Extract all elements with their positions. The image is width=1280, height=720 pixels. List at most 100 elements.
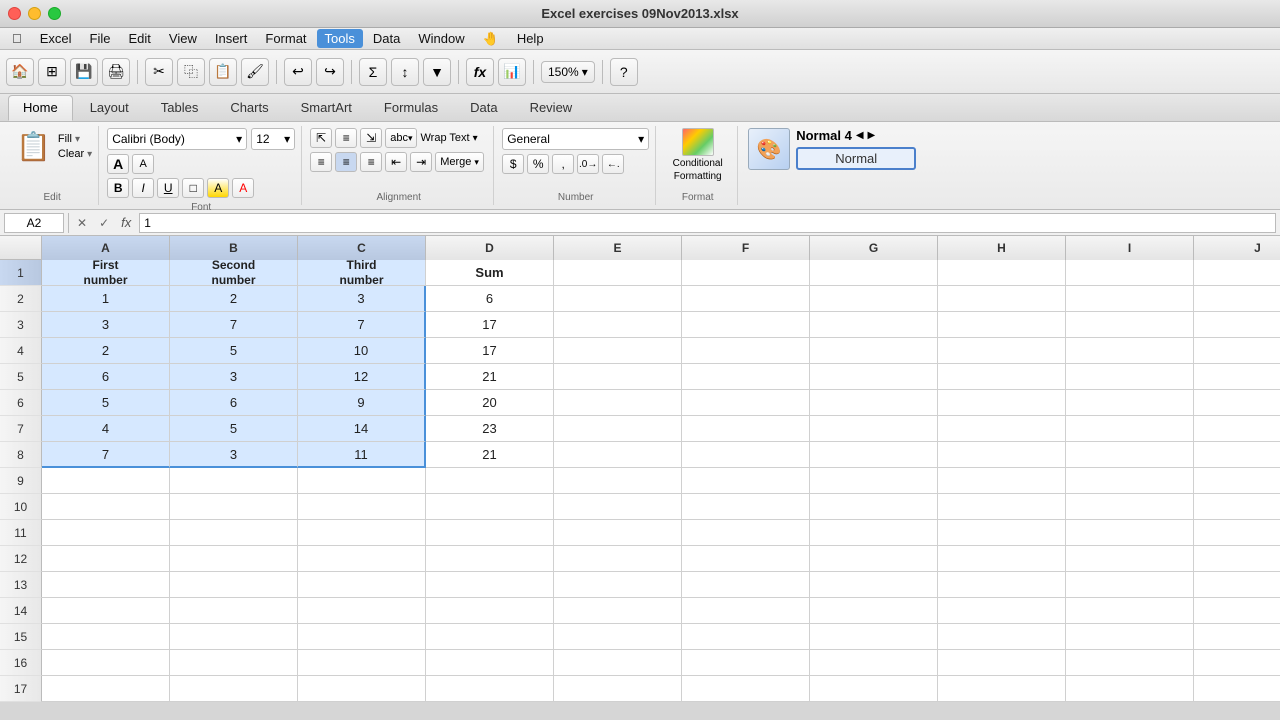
row-num-3[interactable]: 3 (0, 312, 42, 338)
cell-C16[interactable] (298, 650, 426, 676)
cell-D10[interactable] (426, 494, 554, 520)
cell-B15[interactable] (170, 624, 298, 650)
cell-G1[interactable] (810, 260, 938, 286)
cell-F9[interactable] (682, 468, 810, 494)
save-button[interactable]: 💾 (70, 58, 98, 86)
cell-J3[interactable] (1194, 312, 1280, 338)
cell-D7[interactable]: 23 (426, 416, 554, 442)
tab-tables[interactable]: Tables (146, 95, 214, 121)
cell-H16[interactable] (938, 650, 1066, 676)
cell-B17[interactable] (170, 676, 298, 702)
cell-B8[interactable]: 3 (170, 442, 298, 468)
menu-excel[interactable]: Excel (32, 29, 80, 48)
cell-A7[interactable]: 4 (42, 416, 170, 442)
cell-F1[interactable] (682, 260, 810, 286)
cell-G13[interactable] (810, 572, 938, 598)
increase-font-button[interactable]: A (107, 154, 129, 174)
cell-I17[interactable] (1066, 676, 1194, 702)
cell-C13[interactable] (298, 572, 426, 598)
row-num-11[interactable]: 11 (0, 520, 42, 546)
cell-F7[interactable] (682, 416, 810, 442)
cell-D14[interactable] (426, 598, 554, 624)
cell-H14[interactable] (938, 598, 1066, 624)
tab-data[interactable]: Data (455, 95, 512, 121)
tab-charts[interactable]: Charts (215, 95, 283, 121)
cell-D6[interactable]: 20 (426, 390, 554, 416)
align-right-button[interactable]: ≡ (360, 152, 382, 172)
cell-I14[interactable] (1066, 598, 1194, 624)
cell-A4[interactable]: 2 (42, 338, 170, 364)
cell-C14[interactable] (298, 598, 426, 624)
redo-button[interactable]: ↪ (316, 58, 344, 86)
menu-format[interactable]: Format (257, 29, 314, 48)
cell-D13[interactable] (426, 572, 554, 598)
cell-H11[interactable] (938, 520, 1066, 546)
cell-J11[interactable] (1194, 520, 1280, 546)
cell-J13[interactable] (1194, 572, 1280, 598)
cell-F10[interactable] (682, 494, 810, 520)
cell-G7[interactable] (810, 416, 938, 442)
number-format-dropdown[interactable]: ▾ (638, 132, 644, 146)
border-button[interactable]: □ (182, 178, 204, 198)
cell-C8[interactable]: 11 (298, 442, 426, 468)
cell-E2[interactable] (554, 286, 682, 312)
cell-A8[interactable]: 7 (42, 442, 170, 468)
cell-B2[interactable]: 2 (170, 286, 298, 312)
grid-button[interactable]: ⊞ (38, 58, 66, 86)
menu-special[interactable]: 🤚 (475, 29, 507, 49)
cell-J17[interactable] (1194, 676, 1280, 702)
merge-button[interactable]: Merge ▾ (435, 152, 484, 172)
cell-C9[interactable] (298, 468, 426, 494)
cell-E16[interactable] (554, 650, 682, 676)
cell-H7[interactable] (938, 416, 1066, 442)
clear-dropdown[interactable]: ▾ (87, 149, 92, 160)
cell-E11[interactable] (554, 520, 682, 546)
cell-G5[interactable] (810, 364, 938, 390)
cell-reference-box[interactable]: A2 (4, 213, 64, 233)
cell-B12[interactable] (170, 546, 298, 572)
comma-button[interactable]: , (552, 154, 574, 174)
cell-C7[interactable]: 14 (298, 416, 426, 442)
cell-G4[interactable] (810, 338, 938, 364)
conditional-formatting-button[interactable]: Conditional Formatting (673, 128, 723, 182)
cell-F2[interactable] (682, 286, 810, 312)
paste-button[interactable]: 📋 (209, 58, 237, 86)
cell-G3[interactable] (810, 312, 938, 338)
cell-I12[interactable] (1066, 546, 1194, 572)
cell-E1[interactable] (554, 260, 682, 286)
italic-button[interactable]: I (132, 178, 154, 198)
cell-E8[interactable] (554, 442, 682, 468)
cell-B14[interactable] (170, 598, 298, 624)
cell-J10[interactable] (1194, 494, 1280, 520)
paste-button-ribbon[interactable]: 📋 (12, 128, 55, 165)
cell-D17[interactable] (426, 676, 554, 702)
cell-J15[interactable] (1194, 624, 1280, 650)
col-header-B[interactable]: B (170, 236, 298, 260)
cell-G12[interactable] (810, 546, 938, 572)
zoom-dropdown-icon[interactable]: ▾ (582, 65, 588, 79)
cell-G6[interactable] (810, 390, 938, 416)
cell-D16[interactable] (426, 650, 554, 676)
cell-I5[interactable] (1066, 364, 1194, 390)
cell-J12[interactable] (1194, 546, 1280, 572)
cell-B13[interactable] (170, 572, 298, 598)
col-header-I[interactable]: I (1066, 236, 1194, 260)
menu-help[interactable]: Help (509, 29, 552, 48)
cell-E14[interactable] (554, 598, 682, 624)
cell-A1[interactable]: First number (42, 260, 170, 286)
wrap-text-dropdown[interactable]: ▾ (473, 133, 478, 144)
sum-button[interactable]: Σ (359, 58, 387, 86)
cell-I13[interactable] (1066, 572, 1194, 598)
cell-J5[interactable] (1194, 364, 1280, 390)
menu-tools[interactable]: Tools (317, 29, 363, 48)
number-format-selector[interactable]: General ▾ (502, 128, 649, 150)
cell-E3[interactable] (554, 312, 682, 338)
cell-A12[interactable] (42, 546, 170, 572)
cell-J16[interactable] (1194, 650, 1280, 676)
increase-decimal-button[interactable]: .0→ (577, 154, 599, 174)
cell-E7[interactable] (554, 416, 682, 442)
cell-E12[interactable] (554, 546, 682, 572)
align-top-button[interactable]: ⇱ (310, 128, 332, 148)
cell-F11[interactable] (682, 520, 810, 546)
formula-input[interactable] (139, 213, 1276, 233)
